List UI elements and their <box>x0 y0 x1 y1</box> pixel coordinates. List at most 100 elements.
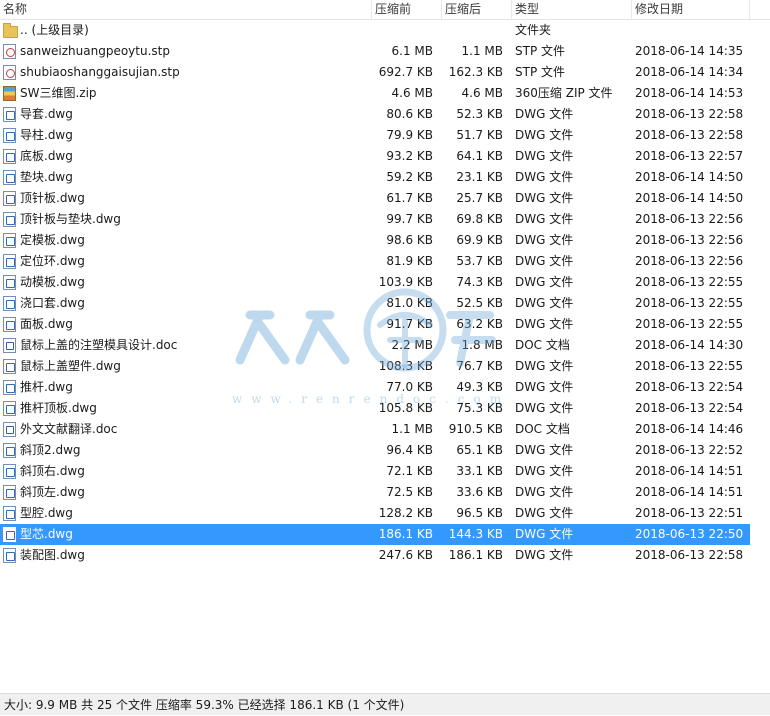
dwg-file-icon <box>3 485 16 500</box>
zip-file-icon <box>3 86 16 101</box>
file-modified: 2018-06-13 22:56 <box>635 233 744 247</box>
file-row[interactable]: 推杆顶板.dwg 105.8 KB 75.3 KB DWG 文件 2018-06-13 … <box>0 398 750 419</box>
file-row[interactable]: 导套.dwg 80.6 KB 52.3 KB DWG 文件 2018-06-13 22:… <box>0 104 750 125</box>
file-type: DWG 文件 <box>515 359 574 373</box>
file-modified: 2018-06-13 22:55 <box>635 317 744 331</box>
dwg-file-icon <box>3 527 16 542</box>
file-packed-size: 144.3 KB <box>448 527 503 541</box>
file-packed-size: 49.3 KB <box>456 380 503 394</box>
file-name: 定模板.dwg <box>20 233 85 247</box>
file-size: 186.1 KB <box>378 527 433 541</box>
file-row[interactable]: 鼠标上盖的注塑模具设计.doc 2.2 MB 1.8 MB DOC 文档 2018-06… <box>0 335 750 356</box>
dwg-file-icon <box>3 464 16 479</box>
column-header-packed[interactable]: 压缩后 <box>442 0 512 19</box>
column-header-type[interactable]: 类型 <box>512 0 632 19</box>
file-size: 6.1 MB <box>391 44 433 58</box>
file-type: DWG 文件 <box>515 233 574 247</box>
file-packed-size: 52.3 KB <box>456 107 503 121</box>
dwg-file-icon <box>3 254 16 269</box>
file-size: 77.0 KB <box>386 380 433 394</box>
file-size: 1.1 MB <box>391 422 433 436</box>
file-type: DWG 文件 <box>515 149 574 163</box>
file-row[interactable]: SW三维图.zip 4.6 MB 4.6 MB 360压缩 ZIP 文件 2018-06… <box>0 83 750 104</box>
column-header-bar: 名称 压缩前 压缩后 类型 修改日期 <box>0 0 770 20</box>
file-name: 垫块.dwg <box>20 170 73 184</box>
file-packed-size: 25.7 KB <box>456 191 503 205</box>
file-modified: 2018-06-14 14:50 <box>635 170 744 184</box>
file-modified: 2018-06-14 14:46 <box>635 422 744 436</box>
dwg-file-icon <box>3 401 16 416</box>
file-name: 斜顶2.dwg <box>20 443 81 457</box>
column-header-modified[interactable]: 修改日期 <box>632 0 750 19</box>
file-row[interactable]: 动模板.dwg 103.9 KB 74.3 KB DWG 文件 2018-06-13 2… <box>0 272 750 293</box>
file-size: 80.6 KB <box>386 107 433 121</box>
dwg-file-icon <box>3 191 16 206</box>
file-row[interactable]: 底板.dwg 93.2 KB 64.1 KB DWG 文件 2018-06-13 22:… <box>0 146 750 167</box>
file-size: 72.5 KB <box>386 485 433 499</box>
file-row[interactable]: 装配图.dwg 247.6 KB 186.1 KB DWG 文件 2018-06-13 … <box>0 545 750 566</box>
file-modified: 2018-06-13 22:54 <box>635 380 744 394</box>
file-modified: 2018-06-14 14:51 <box>635 464 744 478</box>
doc-file-icon <box>3 338 16 353</box>
file-packed-size: 74.3 KB <box>456 275 503 289</box>
file-row[interactable]: 面板.dwg 91.7 KB 63.2 KB DWG 文件 2018-06-13 22:… <box>0 314 750 335</box>
file-size: 72.1 KB <box>386 464 433 478</box>
file-row[interactable]: 鼠标上盖塑件.dwg 108.3 KB 76.7 KB DWG 文件 2018-06-1… <box>0 356 750 377</box>
status-text: 大小: 9.9 MB 共 25 个文件 压缩率 59.3% 已经选择 186.1… <box>4 698 405 712</box>
dwg-file-icon <box>3 443 16 458</box>
file-modified: 2018-06-13 22:58 <box>635 548 744 562</box>
file-type: DWG 文件 <box>515 506 574 520</box>
file-name: 鼠标上盖塑件.dwg <box>20 359 121 373</box>
file-type: DWG 文件 <box>515 296 574 310</box>
file-row[interactable]: 导柱.dwg 79.9 KB 51.7 KB DWG 文件 2018-06-13 22:… <box>0 125 750 146</box>
file-row[interactable]: 型腔.dwg 128.2 KB 96.5 KB DWG 文件 2018-06-13 22… <box>0 503 750 524</box>
status-bar: 大小: 9.9 MB 共 25 个文件 压缩率 59.3% 已经选择 186.1… <box>0 693 770 715</box>
file-name: .. (上级目录) <box>20 23 89 37</box>
file-row[interactable]: 斜顶右.dwg 72.1 KB 33.1 KB DWG 文件 2018-06-14 14… <box>0 461 750 482</box>
file-size: 81.9 KB <box>386 254 433 268</box>
file-row[interactable]: 顶针板.dwg 61.7 KB 25.7 KB DWG 文件 2018-06-14 14… <box>0 188 750 209</box>
file-row[interactable]: 浇口套.dwg 81.0 KB 52.5 KB DWG 文件 2018-06-13 22… <box>0 293 750 314</box>
dwg-file-icon <box>3 275 16 290</box>
file-type: STP 文件 <box>515 65 565 79</box>
folder-icon <box>3 23 18 38</box>
dwg-file-icon <box>3 359 16 374</box>
file-size: 99.7 KB <box>386 212 433 226</box>
file-row[interactable]: shubiaoshanggaisujian.stp 692.7 KB 162.3 K… <box>0 62 750 83</box>
file-type: DWG 文件 <box>515 401 574 415</box>
file-packed-size: 33.6 KB <box>456 485 503 499</box>
file-row[interactable]: 斜顶2.dwg 96.4 KB 65.1 KB DWG 文件 2018-06-13 22… <box>0 440 750 461</box>
file-modified: 2018-06-13 22:52 <box>635 443 744 457</box>
file-name: SW三维图.zip <box>20 86 97 100</box>
file-name: 鼠标上盖的注塑模具设计.doc <box>20 338 178 352</box>
file-row[interactable]: 斜顶左.dwg 72.5 KB 33.6 KB DWG 文件 2018-06-14 14… <box>0 482 750 503</box>
file-name: 推杆.dwg <box>20 380 73 394</box>
file-row[interactable]: 推杆.dwg 77.0 KB 49.3 KB DWG 文件 2018-06-13 22:… <box>0 377 750 398</box>
file-row[interactable]: 垫块.dwg 59.2 KB 23.1 KB DWG 文件 2018-06-14 14:… <box>0 167 750 188</box>
file-row[interactable]: sanweizhuangpeoytu.stp 6.1 MB 1.1 MB STP 文件… <box>0 41 750 62</box>
file-row[interactable]: 定位环.dwg 81.9 KB 53.7 KB DWG 文件 2018-06-13 22… <box>0 251 750 272</box>
dwg-file-icon <box>3 380 16 395</box>
file-packed-size: 53.7 KB <box>456 254 503 268</box>
file-size: 98.6 KB <box>386 233 433 247</box>
file-modified: 2018-06-14 14:35 <box>635 44 744 58</box>
dwg-file-icon <box>3 128 16 143</box>
file-row[interactable]: 定模板.dwg 98.6 KB 69.9 KB DWG 文件 2018-06-13 22… <box>0 230 750 251</box>
column-header-size[interactable]: 压缩前 <box>372 0 442 19</box>
file-type: DWG 文件 <box>515 191 574 205</box>
file-row[interactable]: 外文文献翻译.doc 1.1 MB 910.5 KB DOC 文档 2018-06-14… <box>0 419 750 440</box>
file-type: DWG 文件 <box>515 527 574 541</box>
file-name: 底板.dwg <box>20 149 73 163</box>
column-header-name[interactable]: 名称 <box>0 0 372 19</box>
file-row[interactable]: 顶针板与垫块.dwg 99.7 KB 69.8 KB DWG 文件 2018-06-13… <box>0 209 750 230</box>
doc-file-icon <box>3 422 16 437</box>
file-size: 96.4 KB <box>386 443 433 457</box>
file-row[interactable]: .. (上级目录) 文件夹 <box>0 20 750 41</box>
file-modified: 2018-06-13 22:58 <box>635 107 744 121</box>
dwg-file-icon <box>3 170 16 185</box>
file-type: DWG 文件 <box>515 170 574 184</box>
file-size: 91.7 KB <box>386 317 433 331</box>
file-packed-size: 69.9 KB <box>456 233 503 247</box>
file-modified: 2018-06-13 22:55 <box>635 275 744 289</box>
file-row[interactable]: 型芯.dwg 186.1 KB 144.3 KB DWG 文件 2018-06-13 2… <box>0 524 750 545</box>
